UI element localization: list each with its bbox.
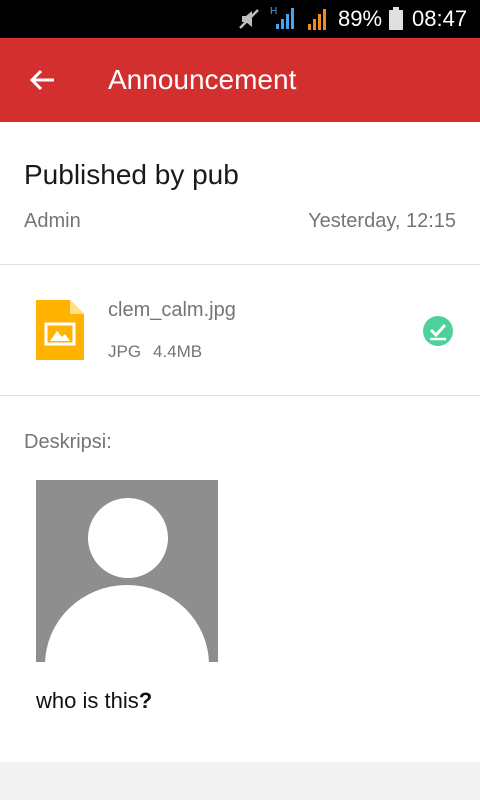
arrow-back-icon[interactable] bbox=[24, 62, 60, 98]
attachment-file-size: 4.4MB bbox=[153, 342, 203, 361]
description-text-bold: ? bbox=[138, 688, 153, 713]
signal-h-label: H bbox=[270, 6, 277, 17]
divider bbox=[0, 395, 480, 396]
clock: 08:47 bbox=[412, 6, 468, 31]
battery-icon bbox=[388, 7, 404, 36]
page-title: Announcement bbox=[108, 64, 297, 95]
description-text: who is this? bbox=[36, 688, 152, 714]
announcement-author: Admin bbox=[24, 210, 81, 232]
mute-icon bbox=[236, 6, 262, 37]
announcement-date: Yesterday, 12:15 bbox=[308, 210, 456, 232]
image-file-icon bbox=[36, 300, 84, 365]
description-text-main: who is this bbox=[36, 688, 139, 713]
battery-percent: 89% bbox=[338, 6, 383, 31]
downloaded-check-icon bbox=[422, 315, 454, 352]
avatar-placeholder-image bbox=[36, 480, 218, 662]
signal-h-icon: H bbox=[270, 5, 298, 36]
announcement-title: Published by pub bbox=[24, 159, 239, 190]
app-bar: Announcement bbox=[0, 38, 480, 122]
attachment-file-type: JPG bbox=[108, 342, 142, 361]
status-bar: H 89% 08:47 bbox=[0, 0, 480, 38]
signal-icon bbox=[306, 7, 330, 36]
attachment-item[interactable]: clem_calm.jpg JPG 4.4MB bbox=[0, 265, 480, 395]
announcement-card: Published by pub Admin Yesterday, 12:15 … bbox=[0, 122, 480, 762]
attachment-file-name: clem_calm.jpg bbox=[108, 299, 236, 321]
description-label: Deskripsi: bbox=[24, 431, 112, 453]
